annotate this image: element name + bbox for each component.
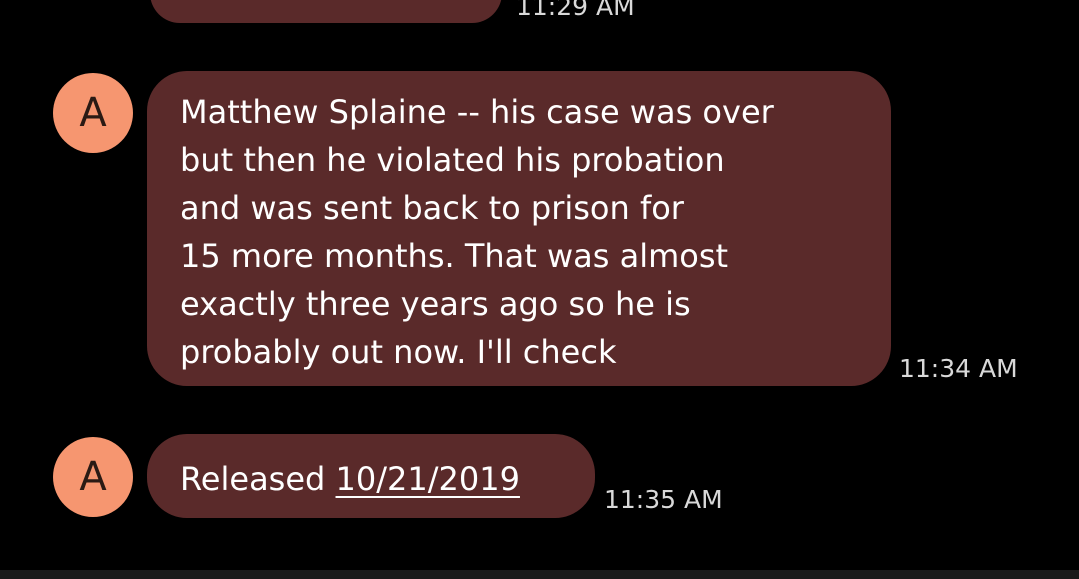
message-line: 15 more months. That was almost xyxy=(180,237,729,275)
message-timestamp: 11:35 AM xyxy=(604,485,723,514)
message-line: but then he violated his probation xyxy=(180,141,725,179)
message-line: probably out now. I'll check xyxy=(180,333,617,371)
message-text-prefix: Released xyxy=(180,460,336,498)
date-link[interactable]: 10/21/2019 xyxy=(336,460,520,498)
message-line: Matthew Splaine -- his case was over xyxy=(180,93,774,131)
previous-message-bubble[interactable] xyxy=(150,0,502,23)
sender-avatar[interactable]: A xyxy=(53,73,133,153)
message-line: exactly three years ago so he is xyxy=(180,285,691,323)
sender-avatar[interactable]: A xyxy=(53,437,133,517)
message-text: Released 10/21/2019 xyxy=(180,455,520,503)
previous-message-timestamp: 11:29 AM xyxy=(516,0,635,21)
bottom-bar xyxy=(0,570,1079,579)
message-line: and was sent back to prison for xyxy=(180,189,684,227)
message-timestamp: 11:34 AM xyxy=(899,354,1018,383)
